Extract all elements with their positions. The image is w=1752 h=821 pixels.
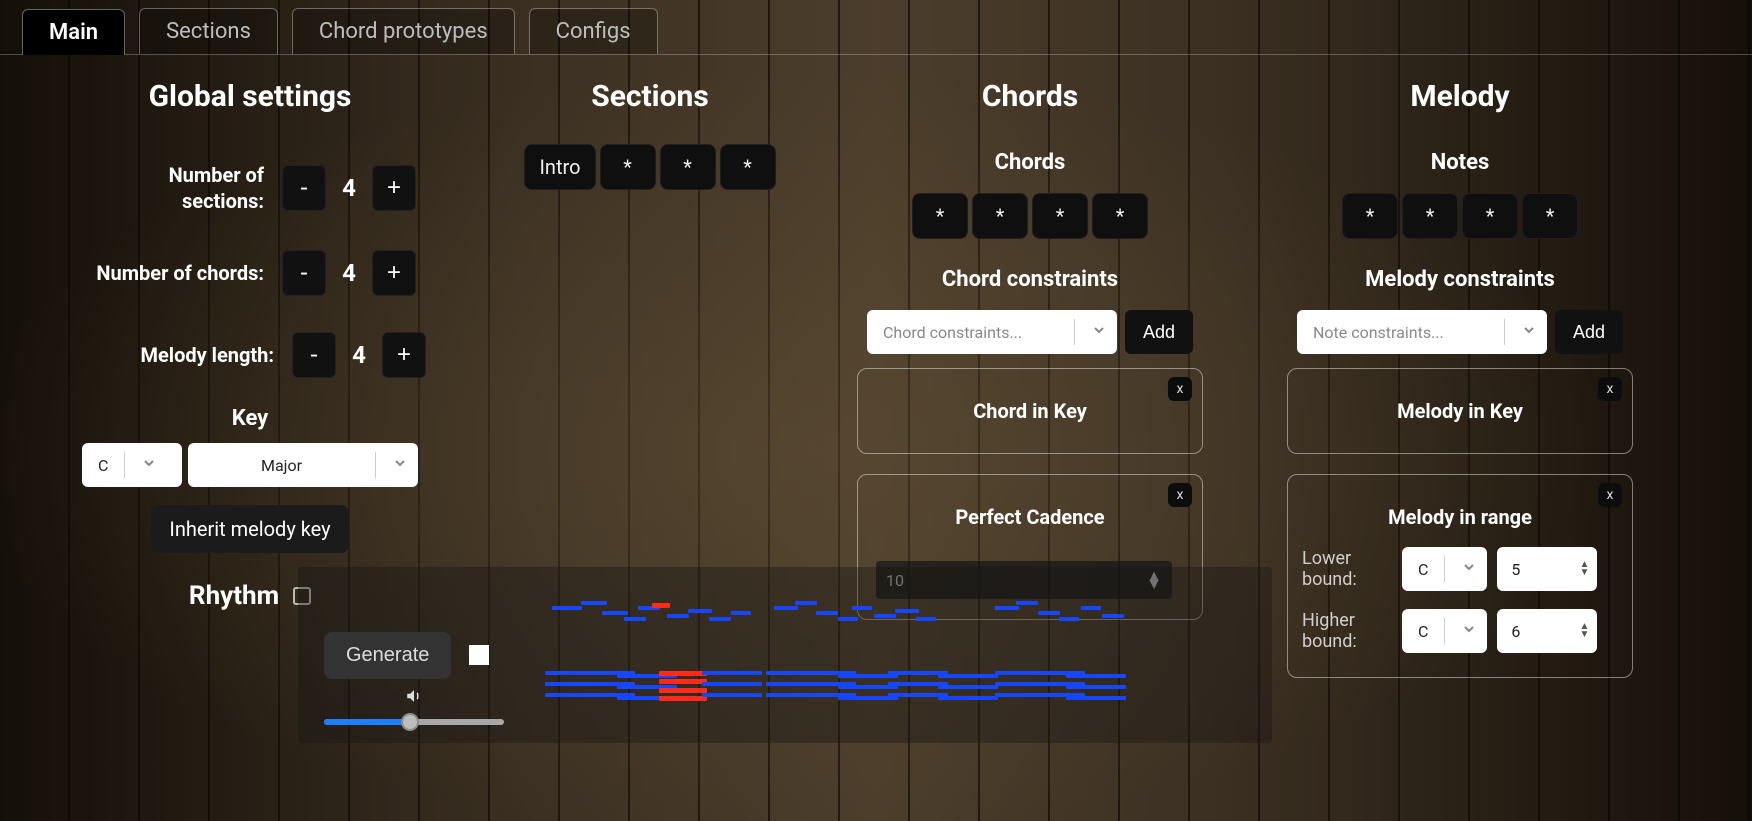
close-icon[interactable]: x <box>1598 377 1622 401</box>
chord-cell[interactable]: * <box>972 193 1028 239</box>
chords-increment[interactable]: + <box>372 250 416 296</box>
note-cell[interactable]: * <box>1342 193 1398 239</box>
constraint-card-melody-in-range: x Melody in range Lower bound: C 5 ▲▼ Hi… <box>1287 474 1633 678</box>
chord-constraints-placeholder: Chord constraints... <box>883 323 1058 342</box>
section-cells: Intro * * * <box>522 144 777 190</box>
sections-heading: Sections <box>591 79 709 114</box>
melody-length-increment[interactable]: + <box>382 332 426 378</box>
rhythm-label: Rhythm <box>189 581 279 611</box>
note-constraints-placeholder: Note constraints... <box>1313 323 1488 342</box>
melody-length-decrement[interactable]: - <box>292 332 336 378</box>
note-constraints-select[interactable]: Note constraints... <box>1297 310 1547 354</box>
key-label: Key <box>232 406 269 431</box>
volume-icon[interactable] <box>405 687 423 709</box>
chevron-down-icon <box>1461 559 1477 579</box>
melody-length-stepper: - 4 + <box>292 332 426 378</box>
chord-cell[interactable]: * <box>1092 193 1148 239</box>
section-cell[interactable]: Intro <box>524 144 595 190</box>
chevron-down-icon <box>392 455 408 475</box>
sections-value: 4 <box>326 165 372 211</box>
sections-stepper: - 4 + <box>282 165 416 211</box>
close-icon[interactable]: x <box>1598 483 1622 507</box>
higher-bound-label: Higher bound: <box>1302 610 1392 652</box>
chevron-down-icon <box>141 455 157 475</box>
lower-bound-label: Lower bound: <box>1302 548 1392 590</box>
chord-constraints-select[interactable]: Chord constraints... <box>867 310 1117 354</box>
rhythm-toggle-row: Rhythm <box>189 581 311 611</box>
note-cell[interactable]: * <box>1522 193 1578 239</box>
sections-increment[interactable]: + <box>372 165 416 211</box>
chords-count-label: Number of chords: <box>84 260 264 286</box>
chord-constraints-heading: Chord constraints <box>942 267 1118 292</box>
chord-cell[interactable]: * <box>912 193 968 239</box>
sections-count-label: Number of sections: <box>84 162 264 214</box>
chords-stepper: - 4 + <box>282 250 416 296</box>
chords-heading: Chords <box>982 79 1078 114</box>
key-mode-value: Major <box>204 456 359 475</box>
constraint-card-melody-in-key: x Melody in Key <box>1287 368 1633 454</box>
key-mode-select[interactable]: Major <box>188 443 418 487</box>
chords-value: 4 <box>326 250 372 296</box>
chord-add-button[interactable]: Add <box>1125 310 1193 354</box>
tab-bar: Main Sections Chord prototypes Configs <box>0 0 1752 55</box>
melody-length-value: 4 <box>336 332 382 378</box>
player-bar: Generate <box>298 567 1272 743</box>
stop-icon[interactable] <box>469 645 489 665</box>
caret-down-icon[interactable]: ▼ <box>1580 631 1590 639</box>
chevron-down-icon <box>1091 322 1107 342</box>
tab-sections[interactable]: Sections <box>139 8 278 54</box>
melody-heading: Melody <box>1410 79 1509 114</box>
tab-main[interactable]: Main <box>22 9 125 55</box>
melody-constraints-heading: Melody constraints <box>1365 267 1555 292</box>
constraint-title: Melody in Key <box>1302 399 1618 423</box>
lower-note-select[interactable]: C <box>1402 547 1487 591</box>
inherit-melody-key-label: Inherit melody key <box>151 505 348 553</box>
section-cell[interactable]: * <box>660 144 716 190</box>
constraint-card-chord-in-key: x Chord in Key <box>857 368 1203 454</box>
global-heading: Global settings <box>149 79 352 114</box>
chord-cells: * * * * <box>910 193 1150 239</box>
volume-slider[interactable] <box>324 719 504 725</box>
lower-oct-input[interactable]: 5 ▲▼ <box>1497 547 1597 591</box>
notes-subheading: Notes <box>1431 150 1490 175</box>
key-root-value: C <box>98 456 108 475</box>
chords-subheading: Chords <box>995 150 1066 175</box>
caret-down-icon[interactable]: ▼ <box>1580 569 1590 577</box>
constraint-title: Perfect Cadence <box>872 505 1188 529</box>
higher-note-select[interactable]: C <box>1402 609 1487 653</box>
tab-chord-prototypes[interactable]: Chord prototypes <box>292 8 515 54</box>
close-icon[interactable]: x <box>1168 483 1192 507</box>
constraint-title: Melody in range <box>1302 505 1618 529</box>
note-cells: * * * * <box>1340 193 1580 239</box>
key-root-select[interactable]: C <box>82 443 182 487</box>
tab-configs[interactable]: Configs <box>529 8 658 54</box>
note-cell[interactable]: * <box>1402 193 1458 239</box>
section-cell[interactable]: * <box>600 144 656 190</box>
chords-decrement[interactable]: - <box>282 250 326 296</box>
generate-button[interactable]: Generate <box>324 632 451 679</box>
sections-decrement[interactable]: - <box>282 165 326 211</box>
chevron-down-icon <box>1521 322 1537 342</box>
note-cell[interactable]: * <box>1462 193 1518 239</box>
chord-cell[interactable]: * <box>1032 193 1088 239</box>
piano-roll <box>538 587 1252 723</box>
higher-oct-input[interactable]: 6 ▲▼ <box>1497 609 1597 653</box>
melody-length-label: Melody length: <box>74 342 274 368</box>
close-icon[interactable]: x <box>1168 377 1192 401</box>
constraint-title: Chord in Key <box>872 399 1188 423</box>
melody-add-button[interactable]: Add <box>1555 310 1623 354</box>
chevron-down-icon <box>1461 621 1477 641</box>
section-cell[interactable]: * <box>720 144 776 190</box>
